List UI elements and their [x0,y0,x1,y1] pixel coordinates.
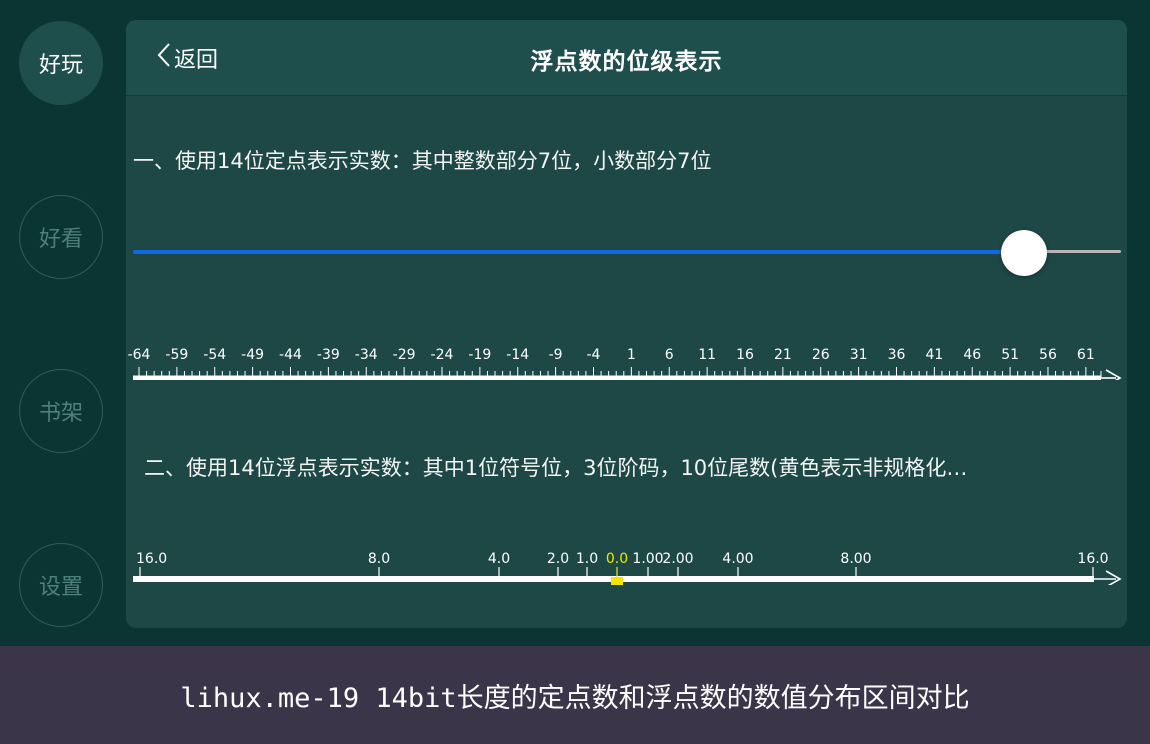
sidebar-item-settings[interactable]: 设置 [19,543,103,627]
ruler-tick-label: -54 [203,347,226,363]
ruler-tick-label: 2.00 [662,551,693,567]
sidebar-item-label: 好看 [38,227,83,252]
ruler-tick-label: -14 [506,347,529,363]
ruler-tick-label: 1.00 [632,551,663,567]
ruler-tick-label: 4.00 [722,551,753,567]
arrow-right-icon [1105,570,1122,585]
nav-header: 返回 浮点数的位级表示 [126,20,1127,96]
ruler-tick-label: 56 [1039,347,1057,363]
main-panel: 返回 浮点数的位级表示 一、使用14位定点表示实数：其中整数部分7位，小数部分7… [126,20,1127,628]
ruler-tick-label: 41 [925,347,943,363]
fixed-point-slider[interactable] [133,230,1121,276]
slider-track-filled [133,250,1025,254]
ruler-tick-label: -24 [431,347,454,363]
ruler-tick-label: 51 [1001,347,1019,363]
ruler-tick-label: 26 [812,347,830,363]
ruler-tick-label: -49 [241,347,264,363]
ruler-tick-label: 8.00 [840,551,871,567]
sidebar-item-label: 书架 [38,401,83,426]
ruler-tick-label: 0.0 [606,551,628,567]
sidebar-item-label: 好玩 [38,53,83,78]
ruler-tick-label: 11 [698,347,716,363]
caption-text: lihux.me-19 14bit长度的定点数和浮点数的数值分布区间对比 [180,683,970,714]
floating-point-title: 二、使用14位浮点表示实数：其中1位符号位，3位阶码，10位尾数(黄色表示非规格… [144,456,968,480]
ruler-tick-label: -59 [165,347,188,363]
ruler-tick-label: -34 [355,347,378,363]
page-title: 浮点数的位级表示 [530,49,723,75]
ruler-tick-label: 31 [850,347,868,363]
ruler-tick-label: -4 [587,347,601,363]
ruler-tick-label: 6 [665,347,674,363]
ruler-tick-label: 61 [1077,347,1095,363]
ruler-tick-label: 36 [888,347,906,363]
ruler-tick-label: -39 [317,347,340,363]
sidebar-item-haowan[interactable]: 好玩 [19,21,103,105]
ruler-tick-label: 4.0 [488,551,510,567]
floating-point-ruler: 16.0 8.0 4.0 2.0 1.0 0.0 1.002.00 4.00 8.00 16.0 [133,551,1122,585]
ruler-tick-label: 16.0 [1077,551,1108,567]
ruler-tick-label: 16 [736,347,754,363]
caption-bar: lihux.me-19 14bit长度的定点数和浮点数的数值分布区间对比 [0,646,1150,744]
ruler-tick-label: -9 [549,347,563,363]
ruler-tick-label: 21 [774,347,792,363]
ruler-tick-label: 1.0 [576,551,598,567]
fixed-point-title: 一、使用14位定点表示实数：其中整数部分7位，小数部分7位 [133,149,712,173]
sidebar-item-haokan[interactable]: 好看 [19,195,103,279]
sidebar-item-label: 设置 [38,575,83,600]
ruler-tick-label: 1 [627,347,636,363]
ruler-tick-label: 46 [963,347,981,363]
slider-thumb[interactable] [1001,230,1048,276]
ruler-tick-label: 8.0 [368,551,390,567]
fixed-point-ruler: -64 -59 -54 -49 -44 -39 -34 -29 -24 -19 -14 -9 -4 1 6 1… [128,347,1122,380]
ruler-tick-label: 16.0 [136,551,167,567]
ruler-tick-label: -44 [279,347,302,363]
ruler-tick-label: -64 [128,347,151,363]
ruler-tick-label: -29 [393,347,416,363]
sidebar-item-bookshelf[interactable]: 书架 [19,369,103,453]
ruler-tick-label: -19 [468,347,491,363]
ruler-tick-label: 2.0 [547,551,569,567]
